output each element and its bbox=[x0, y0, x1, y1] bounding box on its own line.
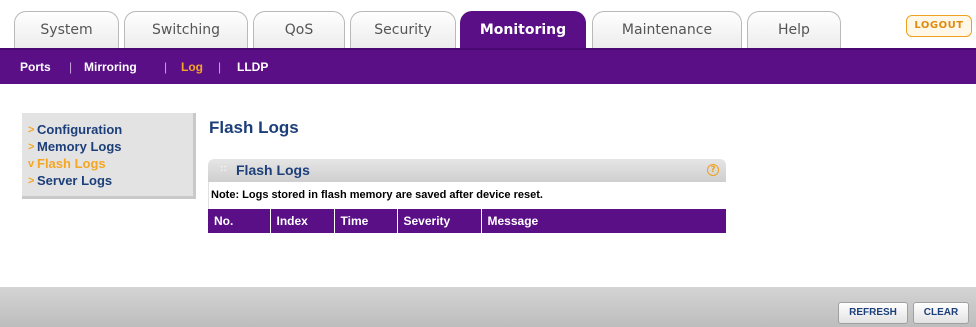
tab-help[interactable]: Help bbox=[747, 11, 841, 48]
chevron-down-icon: v bbox=[28, 157, 35, 170]
chevron-right-icon: > bbox=[28, 140, 35, 153]
help-icon[interactable]: ? bbox=[707, 164, 719, 176]
leftnav-item-configuration[interactable]: > Configuration bbox=[28, 121, 193, 138]
column-header-message: Message bbox=[481, 209, 726, 233]
clear-button[interactable]: CLEAR bbox=[913, 302, 969, 324]
tab-system[interactable]: System bbox=[14, 11, 119, 48]
flash-logs-panel: :: Flash Logs ? Note: Logs stored in fla… bbox=[208, 159, 726, 233]
panel-title: Flash Logs bbox=[236, 162, 310, 178]
subnav-lldp[interactable]: LLDP bbox=[237, 60, 268, 74]
drag-handle-icon: :: bbox=[220, 163, 227, 174]
subnav-mirroring[interactable]: Mirroring bbox=[84, 60, 137, 74]
subnav-divider: | bbox=[69, 60, 73, 74]
chevron-right-icon: > bbox=[28, 123, 35, 136]
leftnav-item-label: Server Logs bbox=[37, 173, 113, 188]
column-header-index: Index bbox=[270, 209, 335, 233]
subnav-ports[interactable]: Ports bbox=[20, 60, 51, 74]
logout-button[interactable]: LOGOUT bbox=[906, 15, 972, 37]
subnav-log[interactable]: Log bbox=[181, 60, 203, 74]
top-tab-bar: System Switching QoS Security Monitoring… bbox=[0, 0, 976, 48]
leftnav-item-label: Memory Logs bbox=[37, 139, 122, 154]
leftnav-item-server-logs[interactable]: > Server Logs bbox=[28, 172, 193, 189]
leftnav-item-label: Flash Logs bbox=[37, 156, 106, 171]
footer-bar: REFRESH CLEAR bbox=[0, 287, 976, 327]
column-header-time: Time bbox=[334, 209, 398, 233]
subnav-divider: | bbox=[218, 60, 222, 74]
refresh-button[interactable]: REFRESH bbox=[838, 302, 908, 324]
page-title: Flash Logs bbox=[209, 118, 299, 137]
flash-logs-table: No. Index Time Severity Message bbox=[208, 209, 726, 233]
table-header-row: No. Index Time Severity Message bbox=[208, 209, 726, 233]
tab-security[interactable]: Security bbox=[350, 11, 456, 48]
leftnav-item-label: Configuration bbox=[37, 122, 123, 137]
tab-switching[interactable]: Switching bbox=[124, 11, 248, 48]
chevron-right-icon: > bbox=[28, 174, 35, 187]
tab-maintenance[interactable]: Maintenance bbox=[592, 11, 742, 48]
panel-note: Note: Logs stored in flash memory are sa… bbox=[208, 182, 726, 209]
leftnav-item-flash-logs[interactable]: v Flash Logs bbox=[28, 155, 193, 172]
panel-header: :: Flash Logs ? bbox=[208, 159, 726, 182]
leftnav-item-memory-logs[interactable]: > Memory Logs bbox=[28, 138, 193, 155]
subnav-divider: | bbox=[164, 60, 168, 74]
column-header-severity: Severity bbox=[397, 209, 482, 233]
tab-monitoring[interactable]: Monitoring bbox=[460, 11, 586, 48]
left-navigation: > Configuration > Memory Logs v Flash Lo… bbox=[22, 113, 196, 199]
column-header-no: No. bbox=[208, 209, 271, 233]
sub-navigation: Ports | Mirroring | Log | LLDP bbox=[0, 48, 976, 84]
main-content: > Configuration > Memory Logs v Flash Lo… bbox=[8, 86, 976, 286]
tab-qos[interactable]: QoS bbox=[253, 11, 345, 48]
